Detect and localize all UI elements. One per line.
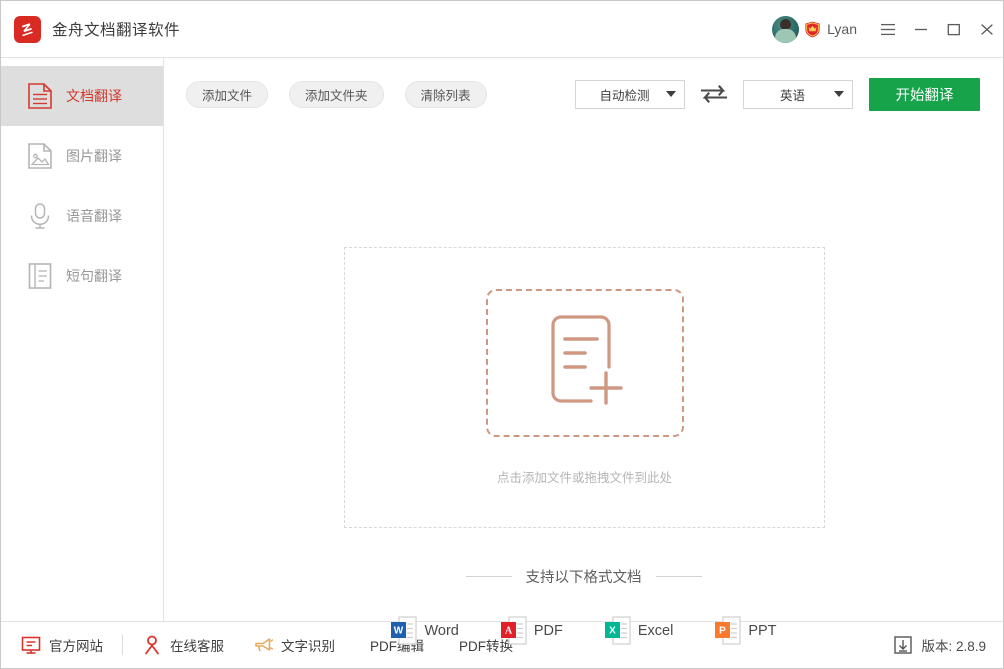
svg-text:W: W [394,626,404,637]
document-icon [28,83,52,109]
main-content: 添加文件 添加文件夹 清除列表 自动检测 英语 开始翻译 点击添加文件或拖拽文件… [164,58,1003,645]
window-controls [871,1,1003,57]
sidebar-item-image-translate[interactable]: 图片翻译 [1,126,163,186]
official-website-link[interactable]: 官方网站 [21,635,103,655]
clear-list-button[interactable]: 清除列表 [404,80,487,108]
sidebar-item-label: 短句翻译 [66,268,122,284]
format-label: PDF [533,623,563,639]
file-list-dropzone[interactable]: 点击添加文件或拖拽文件到此处 [344,247,825,528]
swap-arrows-icon[interactable] [700,82,728,106]
sidebar-item-label: 图片翻译 [66,148,122,164]
avatar-body [775,28,797,43]
supported-formats: 支持以下格式文档 W Word A PDF X Excel P PPT [164,566,1003,646]
source-language-value: 自动检测 [599,88,650,103]
user-avatar[interactable] [772,15,800,43]
app-title: 金舟文档翻译软件 [52,22,181,39]
person-icon [145,635,159,655]
chevron-down-icon [665,91,676,97]
monitor-icon [21,636,41,654]
close-icon[interactable] [970,12,1003,46]
svg-text:X: X [609,626,616,637]
username: Lyan [827,21,857,37]
format-item-pdf: A PDF [500,616,563,646]
sidebar-item-short-text-translate[interactable]: 短句翻译 [1,246,163,306]
hamburger-menu-icon[interactable] [871,12,904,46]
formats-title-row: 支持以下格式文档 [164,566,1003,587]
format-label: PPT [748,623,777,639]
excel-file-icon: X [604,616,631,645]
formats-title: 支持以下格式文档 [525,570,642,586]
format-item-word: W Word [390,616,459,646]
svg-text:A: A [505,626,513,637]
image-icon [28,143,52,169]
ppt-file-icon: P [715,616,741,645]
user-area[interactable]: Lyan [772,15,857,43]
sidebar-item-document-translate[interactable]: 文档翻译 [1,66,163,126]
add-document-icon [550,315,623,405]
add-folder-button[interactable]: 添加文件夹 [289,80,384,108]
start-translate-button[interactable]: 开始翻译 [869,77,980,111]
formats-rule-right [655,576,702,577]
sidebar-item-voice-translate[interactable]: 语音翻译 [1,186,163,246]
minimize-icon[interactable] [904,12,937,46]
avatar-head [780,18,792,30]
sidebar-item-label: 文档翻译 [66,88,122,104]
short-text-icon [28,263,52,289]
toolbar: 添加文件 添加文件夹 清除列表 自动检测 英语 开始翻译 [164,58,1003,130]
target-language-select[interactable]: 英语 [742,79,853,109]
source-language-select[interactable]: 自动检测 [574,79,685,109]
jinzhou-logo-icon [14,15,41,43]
app-window: 金舟文档翻译软件 Lyan 文档翻译 图片翻译 语音翻译 短句翻译 添加文件 添… [0,0,1004,669]
svg-text:P: P [719,626,726,637]
format-item-excel: X Excel [604,616,673,646]
add-file-dropbox[interactable] [485,289,684,437]
sidebar: 文档翻译 图片翻译 语音翻译 短句翻译 [1,58,164,621]
sidebar-item-label: 语音翻译 [66,208,122,224]
target-language-value: 英语 [780,88,806,103]
title-bar: 金舟文档翻译软件 Lyan [1,1,1003,58]
add-file-button[interactable]: 添加文件 [186,80,269,108]
format-label: Excel [637,623,674,639]
body-row: 文档翻译 图片翻译 语音翻译 短句翻译 添加文件 添加文件夹 清除列表 自动检测… [1,58,1003,645]
dropzone-hint: 点击添加文件或拖拽文件到此处 [496,471,672,485]
format-item-ppt: P PPT [714,616,777,646]
microphone-icon [30,203,50,229]
format-label: Word [424,623,459,639]
formats-list: W Word A PDF X Excel P PPT [164,616,1003,646]
stage: 点击添加文件或拖拽文件到此处 支持以下格式文档 W Word A PDF X E… [164,130,1003,645]
word-file-icon: W [391,616,418,645]
maximize-icon[interactable] [937,12,970,46]
statusbar-divider [122,635,123,655]
pdf-file-icon: A [500,616,527,645]
official-website-label: 官方网站 [49,639,103,654]
formats-rule-left [465,576,512,577]
vip-crown-badge-icon [805,21,820,37]
chevron-down-icon [833,91,844,97]
